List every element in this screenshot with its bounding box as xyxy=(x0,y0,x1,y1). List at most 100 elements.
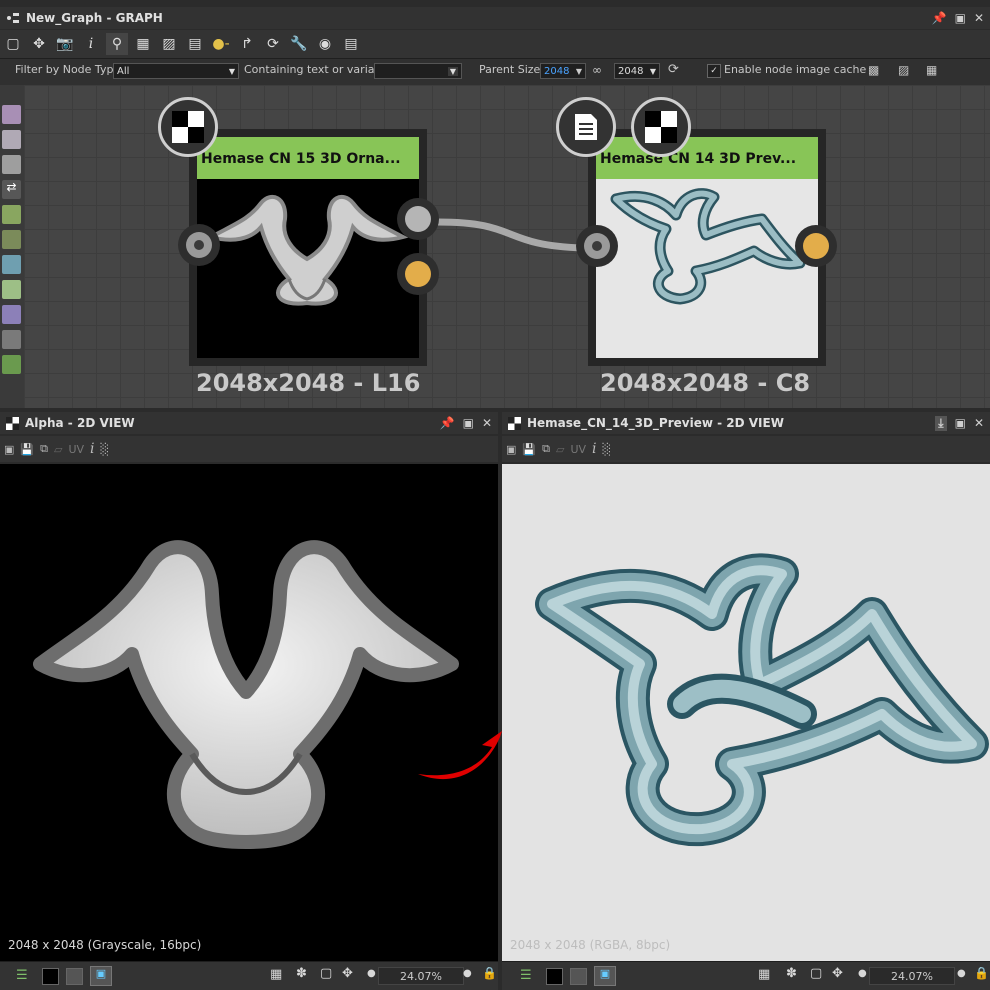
search-icon[interactable]: ⚲ xyxy=(106,33,128,55)
zoom-out-dot[interactable]: ● xyxy=(367,968,376,979)
pin-icon[interactable]: 📌 xyxy=(932,11,947,25)
node-ornament-output-port-gray[interactable] xyxy=(397,198,439,240)
copy-icon[interactable]: ⧉ xyxy=(40,442,48,456)
display-icon[interactable]: ▣ xyxy=(90,966,112,986)
left-view-canvas[interactable] xyxy=(0,464,502,968)
black-bg-swatch[interactable] xyxy=(42,968,59,985)
node-ornament-output-port-orange[interactable] xyxy=(397,253,439,295)
left-view-statusbar: ☰ ▣ ▦ ✽ ▢ ✥ ● 24.07% ● 🔒 xyxy=(0,961,498,990)
info-icon[interactable]: i xyxy=(90,441,94,457)
close-icon[interactable]: ✕ xyxy=(974,11,984,25)
layers-icon[interactable]: ☰ xyxy=(16,968,28,983)
link-icon[interactable]: ∞ xyxy=(592,63,602,77)
crop-icon[interactable]: ▤ xyxy=(340,33,362,55)
frame-all-icon[interactable]: ▢ xyxy=(2,33,24,55)
chevron-down-icon: ▼ xyxy=(228,66,235,76)
frame-icon[interactable]: ▢ xyxy=(810,966,822,981)
link-nodes-icon[interactable]: ▦ xyxy=(132,33,154,55)
node-ornament-type-badge xyxy=(158,97,218,157)
node-preview-output-port-orange[interactable] xyxy=(795,225,837,267)
pin-icon[interactable]: ⤓ xyxy=(935,415,947,431)
node-preview[interactable]: Hemase CN 14 3D Prev... xyxy=(588,129,826,366)
grid-icon[interactable]: ▦ xyxy=(270,967,282,982)
align-vertical-icon[interactable]: ▨ xyxy=(898,63,909,77)
containing-label: Containing text or variable xyxy=(244,63,392,76)
fit-icon[interactable]: ✽ xyxy=(296,966,307,981)
node-ornament-input-port[interactable] xyxy=(178,224,220,266)
close-icon[interactable]: ✕ xyxy=(974,416,984,430)
node-preview-doc-badge xyxy=(556,97,616,157)
grid-icon[interactable]: ▦ xyxy=(758,967,770,982)
refresh-icon[interactable]: ⟳ xyxy=(262,33,284,55)
view-options-icon[interactable]: ▣ xyxy=(4,443,14,456)
info-icon[interactable]: i xyxy=(592,441,596,457)
left-view-title: Alpha - 2D VIEW xyxy=(25,416,135,430)
stack-icon[interactable]: ▤ xyxy=(184,33,206,55)
parent-size-value: 2048 xyxy=(544,65,570,77)
node-preview-input-port[interactable] xyxy=(576,225,618,267)
right-view-statusbar: ☰ ▣ ▦ ✽ ▢ ✥ ● 24.07% ● 🔒 xyxy=(502,961,990,990)
filter-bar: Filter by Node Type All ▼ Containing text… xyxy=(0,58,990,86)
move-icon[interactable]: ✥ xyxy=(28,33,50,55)
path-icon[interactable]: ↱ xyxy=(236,33,258,55)
uv-toggle[interactable]: UV xyxy=(68,443,84,456)
connection-wire[interactable] xyxy=(0,85,990,408)
info-icon[interactable]: i xyxy=(80,33,102,55)
ornament-alpha-shape xyxy=(33,540,459,849)
channels-icon[interactable]: ▱ xyxy=(556,443,564,456)
align-horizontal-icon[interactable]: ▩ xyxy=(868,63,879,77)
pin-icon[interactable]: 📌 xyxy=(440,416,455,430)
graph-panel-title: New_Graph - GRAPH xyxy=(26,11,163,25)
left-zoom-field[interactable]: 24.07% xyxy=(378,967,464,985)
histogram-icon[interactable]: ░ xyxy=(101,443,109,456)
parent-size-select-2[interactable]: 2048 ▼ xyxy=(614,63,660,79)
camera-icon[interactable]: 📷 xyxy=(54,33,76,55)
histogram-icon[interactable]: ░ xyxy=(603,443,611,456)
maximize-icon[interactable]: ▣ xyxy=(955,11,966,25)
parent-size-select[interactable]: 2048 ▼ xyxy=(540,63,586,79)
right-view-titlebar: Hemase_CN_14_3D_Preview - 2D VIEW ⤓ ▣ ✕ xyxy=(502,412,990,434)
cache-checkbox[interactable]: ✓ xyxy=(707,64,721,78)
zoom-out-dot[interactable]: ● xyxy=(858,968,867,979)
graph-icon xyxy=(6,12,20,24)
lock-icon[interactable]: 🔒 xyxy=(482,966,497,980)
right-zoom-field[interactable]: 24.07% xyxy=(869,967,955,985)
maximize-icon[interactable]: ▣ xyxy=(955,416,966,430)
save-icon[interactable]: 💾 xyxy=(522,443,536,456)
lock-icon[interactable]: 🔒 xyxy=(974,966,989,980)
preview-icon[interactable]: ◉ xyxy=(314,33,336,55)
layers-icon[interactable]: ☰ xyxy=(520,968,532,983)
gray-bg-swatch[interactable] xyxy=(66,968,83,985)
gray-bg-swatch[interactable] xyxy=(570,968,587,985)
distribute-icon[interactable]: ▦ xyxy=(926,63,937,77)
containing-input[interactable]: ▼ xyxy=(374,63,462,79)
pan-icon[interactable]: ✥ xyxy=(342,966,353,981)
pan-icon[interactable]: ✥ xyxy=(832,966,843,981)
right-view-info: 2048 x 2048 (RGBA, 8bpc) xyxy=(510,938,671,952)
right-2d-view-panel: Hemase_CN_14_3D_Preview - 2D VIEW ⤓ ▣ ✕ … xyxy=(502,412,990,990)
hierarchy-icon[interactable]: ▨ xyxy=(158,33,180,55)
display-icon[interactable]: ▣ xyxy=(594,966,616,986)
checker-icon xyxy=(508,416,521,430)
wrench-icon[interactable]: 🔧 xyxy=(288,33,310,55)
node-ornament[interactable]: Hemase CN 15 3D Orna... xyxy=(189,129,427,366)
maximize-icon[interactable]: ▣ xyxy=(463,416,474,430)
right-view-canvas[interactable] xyxy=(502,464,990,968)
graph-canvas[interactable]: ⇄ Hemase CN 15 3D Orna... 2048x2048 - L1… xyxy=(0,85,990,408)
view-options-icon[interactable]: ▣ xyxy=(506,443,516,456)
red-arrow xyxy=(418,731,502,780)
uv-toggle[interactable]: UV xyxy=(570,443,586,456)
channels-icon[interactable]: ▱ xyxy=(54,443,62,456)
save-icon[interactable]: 💾 xyxy=(20,443,34,456)
black-bg-swatch[interactable] xyxy=(546,968,563,985)
fit-icon[interactable]: ✽ xyxy=(786,966,797,981)
zoom-in-dot[interactable]: ● xyxy=(957,968,966,979)
frame-icon[interactable]: ▢ xyxy=(320,966,332,981)
node-type-select[interactable]: All ▼ xyxy=(113,63,239,79)
zoom-in-dot[interactable]: ● xyxy=(463,968,472,979)
close-icon[interactable]: ✕ xyxy=(482,416,492,430)
copy-icon[interactable]: ⧉ xyxy=(542,442,550,456)
connection-icon[interactable]: ●- xyxy=(210,33,232,55)
left-view-titlebar: Alpha - 2D VIEW 📌 ▣ ✕ xyxy=(0,412,498,434)
reset-icon[interactable]: ⟳ xyxy=(668,62,679,77)
